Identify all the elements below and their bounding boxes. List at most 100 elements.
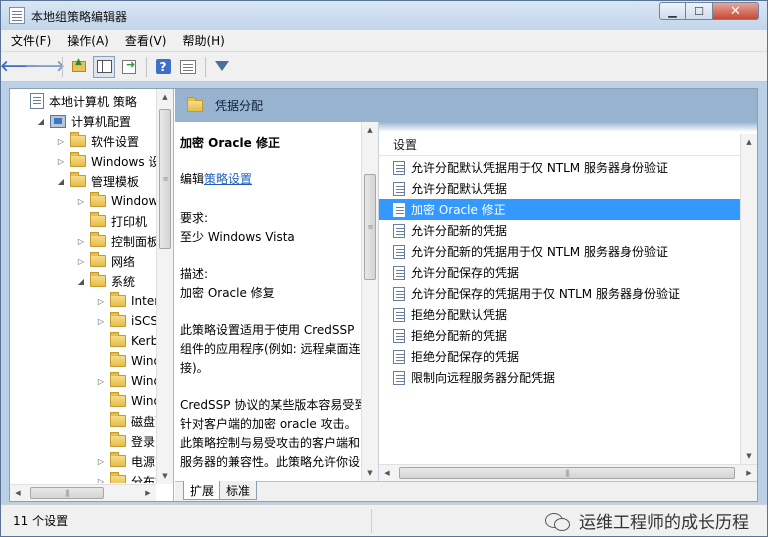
- expand-icon[interactable]: ▷: [76, 237, 86, 246]
- toolbar: 🡐 🡒 ?: [0, 52, 767, 82]
- show-hide-tree-button[interactable]: [93, 55, 115, 78]
- scroll-up-icon[interactable]: ▲: [741, 134, 757, 150]
- tree-item-label: 网络: [111, 254, 136, 269]
- folder-icon: [90, 232, 106, 247]
- tree-item[interactable]: 磁盘配额: [96, 411, 156, 431]
- tree-item[interactable]: Kerberos: [96, 331, 156, 351]
- description-scrollbar[interactable]: ▲ ≡ ▼: [361, 122, 378, 481]
- menu-file[interactable]: 文件(F): [11, 32, 51, 49]
- scroll-right-icon[interactable]: ▶: [741, 465, 757, 481]
- tree-vertical-scrollbar[interactable]: ▲ ≡ ▼: [156, 89, 173, 484]
- description-scroll-thumb[interactable]: ≡: [364, 174, 376, 280]
- list-horizontal-scrollbar[interactable]: ◀ ||| ▶: [379, 464, 757, 481]
- folder-icon: [110, 372, 126, 387]
- tree-item[interactable]: ▷ Windows 设置: [56, 151, 156, 171]
- expand-icon[interactable]: ▷: [76, 197, 86, 206]
- list-item[interactable]: 拒绝分配默认凭据: [379, 304, 740, 325]
- minimize-button[interactable]: ▁: [659, 2, 686, 20]
- tree-item[interactable]: ▷ 控制面板: [76, 231, 156, 251]
- menu-help[interactable]: 帮助(H): [182, 32, 224, 49]
- tab-extended[interactable]: 扩展: [183, 481, 222, 500]
- list-item[interactable]: 允许分配新的凭据: [379, 220, 740, 241]
- scroll-left-icon[interactable]: ◀: [379, 465, 395, 481]
- list-item[interactable]: 允许分配默认凭据用于仅 NTLM 服务器身份验证: [379, 157, 740, 178]
- scroll-right-icon[interactable]: ▶: [140, 485, 156, 501]
- expand-icon[interactable]: ▷: [56, 137, 66, 146]
- tab-standard[interactable]: 标准: [219, 481, 258, 500]
- tree-item[interactable]: ▷ 分布式: [96, 471, 156, 483]
- tree-item[interactable]: Windows: [96, 351, 156, 371]
- list-item[interactable]: 允许分配保存的凭据: [379, 262, 740, 283]
- tree-item[interactable]: ◢ 系统: [76, 271, 135, 291]
- tree-item-label: iSCSI: [131, 314, 156, 328]
- folder-icon: [70, 172, 86, 187]
- menu-view[interactable]: 查看(V): [125, 32, 167, 49]
- tree-item[interactable]: ◢ 管理模板: [56, 171, 139, 191]
- tree-item[interactable]: 登录: [96, 431, 155, 451]
- filter-button[interactable]: [211, 56, 233, 78]
- list-item[interactable]: 限制向远程服务器分配凭据: [379, 367, 740, 388]
- list-item-label: 限制向远程服务器分配凭据: [411, 371, 556, 385]
- tree-item[interactable]: ▷ 软件设置: [56, 131, 139, 151]
- tree-item[interactable]: ▷ Windows: [96, 371, 156, 391]
- app-icon: [9, 7, 25, 24]
- expand-icon[interactable]: ▷: [96, 477, 106, 484]
- status-text: 11 个设置: [13, 514, 69, 528]
- collapse-icon[interactable]: ◢: [76, 277, 86, 286]
- tree-item[interactable]: 打印机: [76, 211, 147, 231]
- tree-scroll-thumb[interactable]: ≡: [159, 109, 171, 249]
- list-item[interactable]: 加密 Oracle 修正: [379, 199, 740, 220]
- list-item[interactable]: 允许分配保存的凭据用于仅 NTLM 服务器身份验证: [379, 283, 740, 304]
- expand-icon[interactable]: ▷: [56, 157, 66, 166]
- tree-item[interactable]: ▷ iSCSI: [96, 311, 156, 331]
- folder-icon: [110, 412, 126, 427]
- list-hscroll-thumb[interactable]: |||: [399, 467, 735, 479]
- tree-item[interactable]: Windows: [96, 391, 156, 411]
- tree-item[interactable]: ▷ Windows: [76, 191, 156, 211]
- scroll-up-icon[interactable]: ▲: [157, 89, 173, 105]
- title-bar[interactable]: 本地组策略编辑器 ▁ ☐ ✕: [1, 1, 767, 30]
- export-icon: [122, 59, 136, 74]
- expand-icon[interactable]: ▷: [96, 317, 106, 326]
- list-vertical-scrollbar[interactable]: ▲ ▼: [740, 134, 757, 464]
- list-item[interactable]: 允许分配新的凭据用于仅 NTLM 服务器身份验证: [379, 241, 740, 262]
- tree-item[interactable]: ◢ 计算机配置: [36, 111, 131, 131]
- collapse-icon[interactable]: ◢: [56, 177, 66, 186]
- tree-horizontal-scrollbar[interactable]: ◀ ||| ▶: [10, 484, 156, 501]
- column-header-setting[interactable]: 设置: [379, 134, 740, 156]
- scroll-left-icon[interactable]: ◀: [10, 485, 26, 501]
- scroll-down-icon[interactable]: ▼: [741, 448, 757, 464]
- expand-icon[interactable]: ▷: [76, 257, 86, 266]
- up-one-level-button[interactable]: [68, 56, 90, 78]
- close-button[interactable]: ✕: [713, 2, 759, 20]
- folder-icon: [70, 152, 86, 167]
- properties-button[interactable]: [177, 56, 199, 78]
- expand-icon[interactable]: ▷: [96, 457, 106, 466]
- computer-icon: [50, 114, 66, 128]
- watermark-text: 运维工程师的成长历程: [579, 513, 749, 533]
- edit-policy-link[interactable]: 策略设置: [204, 172, 252, 186]
- tree-hscroll-thumb[interactable]: |||: [30, 487, 104, 499]
- collapse-icon[interactable]: ◢: [36, 117, 46, 126]
- list-item[interactable]: 允许分配默认凭据: [379, 178, 740, 199]
- help-button[interactable]: ?: [152, 56, 174, 78]
- tree-item[interactable]: ▷ Internet: [96, 291, 156, 311]
- list-item[interactable]: 拒绝分配保存的凭据: [379, 346, 740, 367]
- list-item[interactable]: 拒绝分配新的凭据: [379, 325, 740, 346]
- expand-icon[interactable]: ▷: [96, 377, 106, 386]
- export-list-button[interactable]: [118, 56, 140, 78]
- scroll-up-icon[interactable]: ▲: [362, 122, 378, 138]
- tree-item[interactable]: ▷ 电源管理: [96, 451, 156, 471]
- expand-icon[interactable]: ▷: [96, 297, 106, 306]
- menu-action[interactable]: 操作(A): [67, 32, 109, 49]
- tree-item[interactable]: 本地计算机 策略: [16, 91, 137, 111]
- watermark: 运维工程师的成长历程: [545, 508, 749, 533]
- tree-item[interactable]: ▷ 网络: [76, 251, 135, 271]
- scroll-down-icon[interactable]: ▼: [362, 465, 378, 481]
- forward-button[interactable]: 🡒: [25, 56, 65, 78]
- policy-setting-icon: [393, 223, 405, 238]
- policy-icon: [30, 93, 44, 109]
- folder-icon: [110, 392, 126, 407]
- scroll-down-icon[interactable]: ▼: [157, 468, 173, 484]
- maximize-button[interactable]: ☐: [686, 2, 713, 20]
